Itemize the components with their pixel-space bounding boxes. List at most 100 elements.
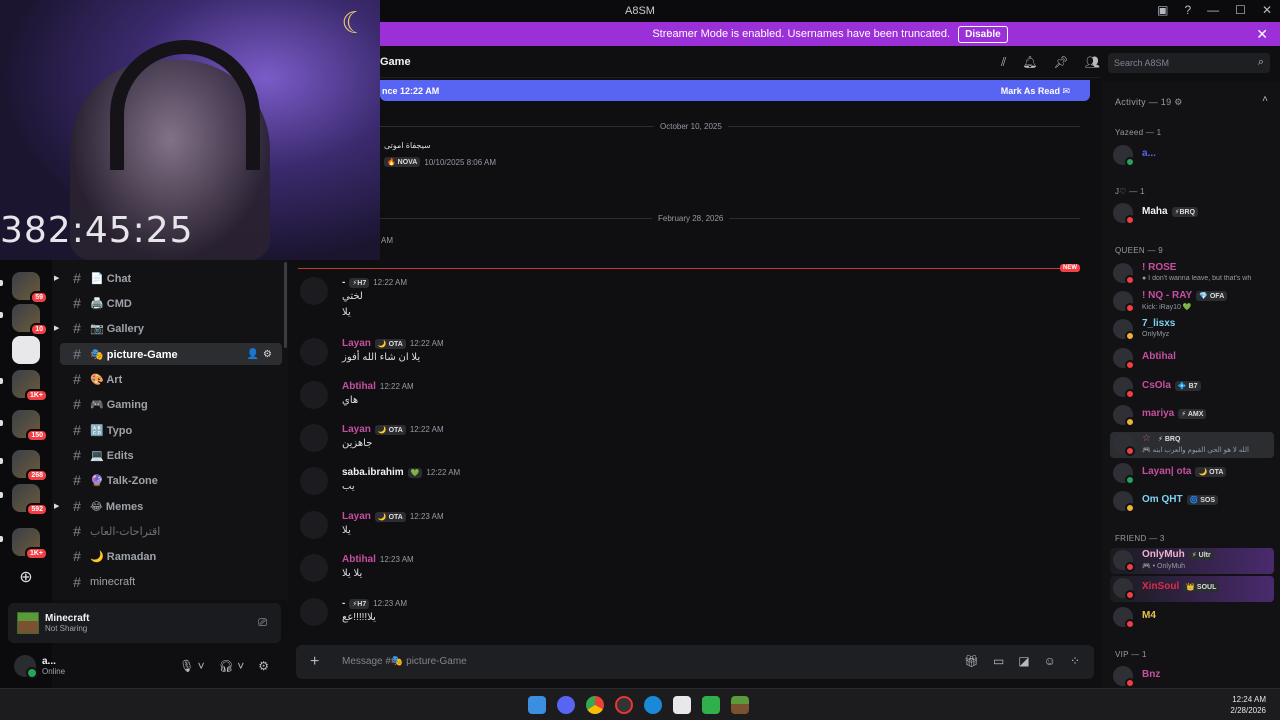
member-item[interactable]: Layan| ota 🌙 OTA (1110, 461, 1274, 487)
member-item[interactable]: ☆ ⚡ BRQ 🎮 الله لا هو الحي القيوم والعرب اب… (1110, 432, 1274, 458)
mark-as-read-button[interactable]: Mark As Read ✉ (1001, 86, 1070, 97)
member-item[interactable]: XinSoul 👑 SOUL (1110, 576, 1274, 602)
hashtag-icon: # (73, 548, 81, 564)
add-attachment-icon[interactable]: + (310, 653, 319, 671)
avatar[interactable] (300, 467, 328, 495)
chrome-icon[interactable] (586, 696, 604, 714)
server-icon[interactable]: 59 (12, 272, 48, 304)
avatar[interactable] (300, 424, 328, 452)
capture-icon[interactable] (673, 696, 691, 714)
server-icon[interactable]: 10 (12, 304, 48, 336)
collapse-arrow-icon[interactable]: ▶ (54, 274, 59, 282)
collapse-arrow-icon[interactable]: ▶ (54, 324, 59, 332)
channel-item[interactable]: # 🎭 picture-Game 👤⚙ (60, 343, 282, 365)
hashtag-icon: # (73, 447, 81, 463)
member-item[interactable]: a... (1110, 143, 1274, 169)
avatar[interactable] (300, 598, 328, 626)
channel-item[interactable]: ▶ # 😂 Memes (54, 495, 282, 517)
bell-icon[interactable]: 🔔︎ (1022, 55, 1037, 70)
member-item[interactable]: mariya ⚡ AMX (1110, 403, 1274, 429)
username[interactable]: saba.ibrahim (342, 467, 404, 478)
help-icon[interactable]: ? (1184, 3, 1191, 17)
threads-icon[interactable]: ⫽ (1001, 55, 1006, 70)
activity-label[interactable]: Activity — 19 ⚙ (1115, 97, 1183, 108)
minecraft-launcher-icon[interactable] (731, 696, 749, 714)
channel-item[interactable]: # 🔠 Typo (60, 419, 282, 441)
username[interactable]: Layan (342, 511, 371, 522)
avatar[interactable] (300, 381, 328, 409)
server-folder[interactable]: 1K+ (12, 370, 48, 402)
windows-start-icon[interactable] (528, 696, 546, 714)
chevron-up-icon[interactable]: ˄ (1262, 94, 1268, 105)
channel-item[interactable]: # 🌙 Ramadan (60, 545, 282, 567)
microphone-icon[interactable]: 🎙︎ ˅ (179, 659, 205, 673)
new-messages-bar[interactable]: nce 12:22 AM Mark As Read ✉ (380, 80, 1090, 101)
obs-icon[interactable] (615, 696, 633, 714)
channel-item[interactable]: # 🎮 Gaming (60, 393, 282, 415)
avatar[interactable] (300, 338, 328, 366)
search-input[interactable]: Search A8SM ⌕ (1108, 53, 1270, 73)
headphones-icon[interactable]: 🎧︎ ˅ (219, 659, 245, 673)
minimize-button[interactable]: — (1207, 3, 1219, 17)
pin-icon[interactable]: 📌︎ (1054, 55, 1069, 70)
channel-settings-icon[interactable]: 👤⚙ (247, 349, 276, 360)
member-item[interactable]: ! NQ - RAY 💎 OFA Kick: iRay10 💚 (1110, 289, 1274, 315)
close-banner-icon[interactable]: ✕ (1256, 26, 1268, 43)
collapse-arrow-icon[interactable]: ▶ (54, 502, 59, 510)
inbox-icon[interactable]: ▣ (1157, 3, 1168, 17)
members-icon[interactable]: 👥︎ (1085, 55, 1100, 70)
close-button[interactable]: ✕ (1262, 3, 1272, 17)
system-clock[interactable]: 12:24 AM 2/28/2026 (1230, 694, 1266, 716)
sticker-icon[interactable]: ◪ (1018, 654, 1029, 668)
member-item[interactable]: Abtihal (1110, 346, 1274, 372)
channel-item[interactable]: # minecraft (60, 571, 282, 593)
member-item[interactable]: CsOla 💠 B7 (1110, 375, 1274, 401)
message-composer[interactable]: + Message #🎭 picture-Game 🎁︎ ▭ ◪ ☺ ⁘ (296, 645, 1094, 679)
scrollbar[interactable] (284, 262, 287, 348)
member-item[interactable]: OnlyMuh ⚡ Ultr 🎮 • OnlyMuh (1110, 548, 1274, 574)
add-server-button[interactable]: ⊕ (12, 565, 40, 593)
channel-item[interactable]: #مسابقة-الرسم (60, 596, 282, 600)
apps-icon[interactable]: ⁘ (1070, 654, 1080, 668)
channel-item[interactable]: ▶ # 📷 Gallery (54, 317, 282, 339)
discord-icon[interactable] (557, 696, 575, 714)
gif-icon[interactable]: ▭ (993, 654, 1004, 668)
avatar[interactable] (300, 277, 328, 305)
member-item[interactable]: 7_lisxs OnlyMyz (1110, 317, 1274, 343)
gift-icon[interactable]: 🎁︎ (964, 654, 979, 668)
server-folder[interactable]: 268 (12, 450, 48, 482)
member-item[interactable]: ! ROSE ● I don't wanna leave, but that's … (1110, 261, 1274, 287)
avatar[interactable] (300, 511, 328, 539)
xbox-icon[interactable] (702, 696, 720, 714)
channel-item[interactable]: # 🔮 Talk-Zone (60, 469, 282, 491)
server-folder[interactable]: 150 (12, 410, 48, 442)
channel-item[interactable]: # 🖨️ CMD (60, 292, 282, 314)
username[interactable]: Layan (342, 424, 371, 435)
screen-share-icon[interactable]: ⎚ (258, 617, 267, 630)
channel-item[interactable]: ▶ # 📄 Chat (54, 267, 282, 289)
settings-icon[interactable]: ⚙ (258, 659, 269, 673)
username[interactable]: Layan (342, 338, 371, 349)
member-item[interactable]: M4 (1110, 605, 1274, 631)
member-item[interactable]: Maha ⚡BRQ (1110, 201, 1274, 227)
server-folder[interactable]: 592 (12, 484, 48, 516)
browser-icon[interactable] (644, 696, 662, 714)
avatar[interactable] (300, 554, 328, 582)
stream-timer: 382:45:25 (0, 210, 194, 251)
member-item[interactable]: Bnz (1110, 664, 1274, 688)
channel-item[interactable]: # 💻 Edits (60, 444, 282, 466)
emoji-icon[interactable]: ☺ (1044, 654, 1056, 668)
avatar[interactable] (14, 655, 38, 679)
disable-button[interactable]: Disable (958, 25, 1008, 43)
username[interactable]: - (342, 277, 345, 288)
server-icon[interactable] (12, 336, 40, 364)
username[interactable]: Abtihal (342, 554, 376, 565)
channel-item[interactable]: # 🎨 Art (60, 368, 282, 390)
member-item[interactable]: Om QHT 🌀 SOS (1110, 489, 1274, 515)
username[interactable]: Abtihal (342, 381, 376, 392)
server-folder[interactable]: 1K+ (12, 528, 48, 560)
channel-item[interactable]: # اقتراحات-العاب (60, 520, 282, 542)
maximize-button[interactable]: ☐ (1235, 3, 1246, 17)
member-name: XinSoul (1142, 581, 1180, 592)
username[interactable]: - (342, 598, 345, 609)
